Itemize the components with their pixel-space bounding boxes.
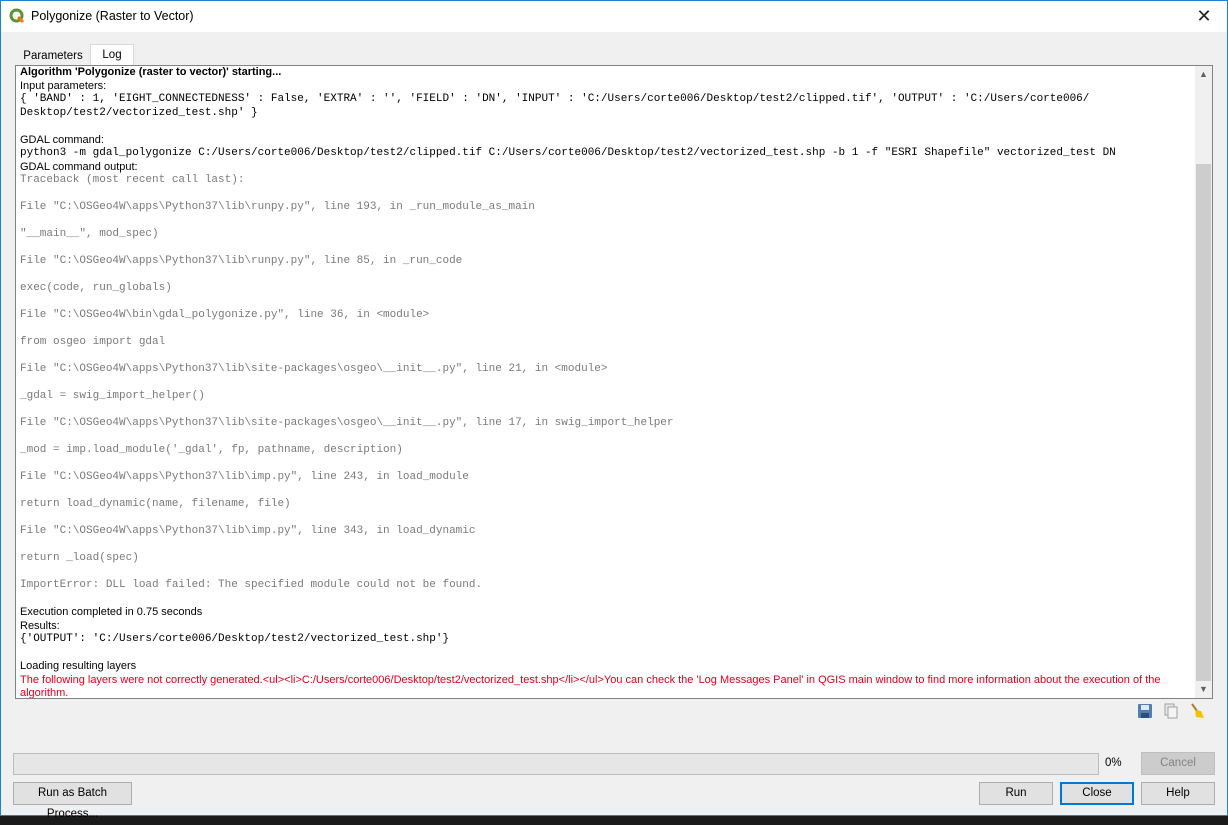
close-button[interactable]: Close bbox=[1060, 782, 1134, 805]
progress-bar bbox=[13, 753, 1099, 775]
cancel-button[interactable]: Cancel bbox=[1141, 752, 1215, 775]
traceback-line: ImportError: DLL load failed: The specif… bbox=[20, 579, 483, 591]
qgis-logo-icon bbox=[9, 8, 25, 24]
gdal-command-label: GDAL command: bbox=[20, 133, 104, 146]
polygonize-dialog: Polygonize (Raster to Vector) ✕ Paramete… bbox=[0, 0, 1228, 820]
traceback-line: File "C:\OSGeo4W\apps\Python37\lib\site-… bbox=[20, 363, 608, 375]
tab-log[interactable]: Log bbox=[90, 44, 134, 66]
gdal-output-label: GDAL command output: bbox=[20, 160, 138, 173]
input-params-label: Input parameters: bbox=[20, 79, 107, 92]
traceback-line: File "C:\OSGeo4W\apps\Python37\lib\runpy… bbox=[20, 201, 535, 213]
results-label: Results: bbox=[20, 619, 60, 632]
traceback-line: "__main__", mod_spec) bbox=[20, 228, 159, 240]
gdal-command: python3 -m gdal_polygonize C:/Users/cort… bbox=[20, 147, 1116, 159]
save-log-icon[interactable] bbox=[1137, 703, 1153, 719]
results-value: {'OUTPUT': 'C:/Users/corte006/Desktop/te… bbox=[20, 633, 450, 645]
traceback-header: Traceback (most recent call last): bbox=[20, 174, 245, 186]
run-as-batch-process-button[interactable]: Run as Batch Process... bbox=[13, 782, 132, 820]
loading-layers-label: Loading resulting layers bbox=[20, 660, 137, 672]
log-header: Algorithm 'Polygonize (raster to vector)… bbox=[20, 66, 282, 78]
scroll-up-arrow-icon[interactable]: ▲ bbox=[1195, 66, 1212, 83]
tab-parameters[interactable]: Parameters bbox=[15, 46, 91, 66]
log-scrollbar[interactable]: ▲ ▼ bbox=[1195, 66, 1212, 698]
input-params-line: Desktop/test2/vectorized_test.shp' } bbox=[20, 106, 258, 119]
traceback-line: return load_dynamic(name, filename, file… bbox=[20, 498, 291, 510]
traceback-lines: File "C:\OSGeo4W\apps\Python37\lib\runpy… bbox=[20, 188, 1192, 607]
traceback-line: File "C:\OSGeo4W\apps\Python37\lib\imp.p… bbox=[20, 471, 469, 483]
traceback-line: _gdal = swig_import_helper() bbox=[20, 390, 205, 402]
window-close-button[interactable]: ✕ bbox=[1181, 1, 1227, 32]
clear-log-icon[interactable] bbox=[1189, 703, 1205, 719]
traceback-line: return _load(spec) bbox=[20, 552, 139, 564]
traceback-line: File "C:\OSGeo4W\bin\gdal_polygonize.py"… bbox=[20, 309, 430, 321]
log-panel[interactable]: Algorithm 'Polygonize (raster to vector)… bbox=[15, 65, 1213, 699]
progress-percent: 0% bbox=[1105, 757, 1122, 769]
traceback-line: File "C:\OSGeo4W\apps\Python37\lib\runpy… bbox=[20, 255, 463, 267]
scroll-down-arrow-icon[interactable]: ▼ bbox=[1195, 681, 1212, 698]
copy-log-icon[interactable] bbox=[1163, 703, 1179, 719]
input-params-line: { 'BAND' : 1, 'EIGHT_CONNECTEDNESS' : Fa… bbox=[20, 93, 1090, 105]
log-text: Algorithm 'Polygonize (raster to vector)… bbox=[20, 66, 1192, 698]
run-button[interactable]: Run bbox=[979, 782, 1053, 805]
execution-time: Execution completed in 0.75 seconds bbox=[20, 606, 203, 618]
traceback-line: File "C:\OSGeo4W\apps\Python37\lib\site-… bbox=[20, 417, 674, 429]
traceback-line: File "C:\OSGeo4W\apps\Python37\lib\imp.p… bbox=[20, 525, 476, 537]
help-button[interactable]: Help bbox=[1141, 782, 1215, 805]
scroll-thumb[interactable] bbox=[1196, 164, 1211, 681]
error-message: The following layers were not correctly … bbox=[20, 673, 1161, 699]
traceback-line: from osgeo import gdal bbox=[20, 336, 166, 348]
window-title: Polygonize (Raster to Vector) bbox=[31, 9, 194, 23]
traceback-line: _mod = imp.load_module('_gdal', fp, path… bbox=[20, 444, 403, 456]
traceback-line: exec(code, run_globals) bbox=[20, 282, 172, 294]
title-bar: Polygonize (Raster to Vector) ✕ bbox=[1, 1, 1227, 32]
